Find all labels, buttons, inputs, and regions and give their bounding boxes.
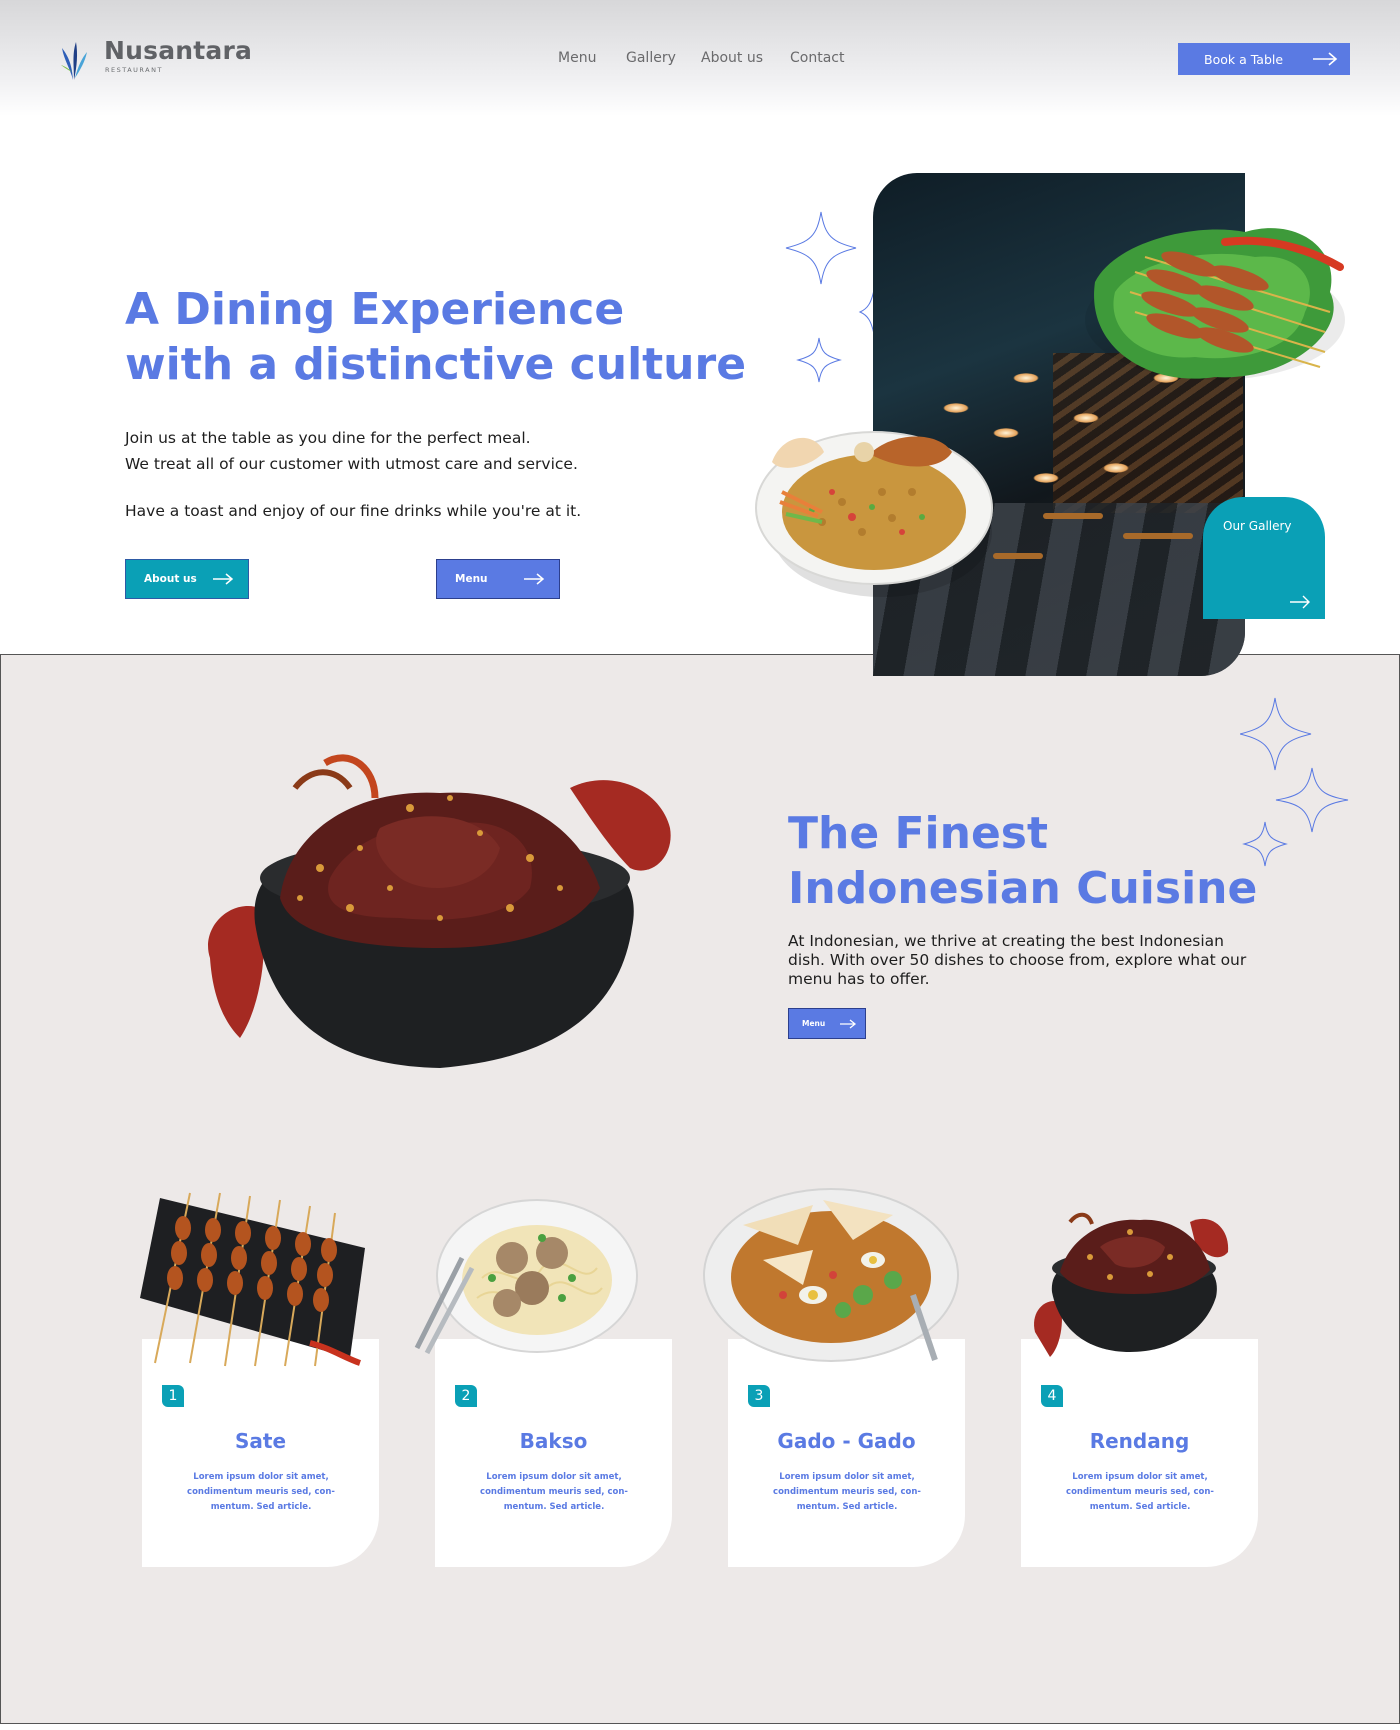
cuisine-menu-label: Menu <box>802 1019 826 1028</box>
gado-gado-dish-image <box>703 1188 959 1362</box>
hero-menu-label: Menu <box>455 573 488 585</box>
dish-card-gado-gado[interactable]: 3 Gado - Gado Lorem ipsum dolor sit amet… <box>728 1339 965 1567</box>
hero-title-line-1: A Dining Experience <box>125 284 625 335</box>
hero-text-line-2: We treat all of our customer with utmost… <box>125 455 578 473</box>
hero-title-line-2: with a distinctive culture <box>125 339 747 390</box>
dish-number-badge: 1 <box>162 1385 184 1407</box>
about-us-label: About us <box>144 573 197 585</box>
dish-card-rendang[interactable]: 4 Rendang Lorem ipsum dolor sit amet, co… <box>1021 1339 1258 1567</box>
site-header: Nusantara RESTAURANT Menu Gallery About … <box>0 0 1400 116</box>
hero-menu-button[interactable]: Menu <box>436 559 560 599</box>
nav-item-contact[interactable]: Contact <box>790 50 844 66</box>
fried-rice-dish-image <box>755 431 993 597</box>
satay-dish-image <box>1085 228 1345 380</box>
leaf-logo-icon <box>61 42 87 80</box>
dish-description: Lorem ipsum dolor sit amet, condimentum … <box>773 1472 921 1512</box>
nav-item-about[interactable]: About us <box>701 50 763 66</box>
sate-dish-image <box>140 1192 365 1367</box>
bakso-dish-image <box>414 1199 638 1355</box>
dish-name: Rendang <box>1089 1429 1190 1453</box>
our-gallery-card[interactable]: Our Gallery <box>1203 497 1325 619</box>
dish-number-badge: 2 <box>455 1385 477 1407</box>
dish-card-bakso[interactable]: 2 Bakso Lorem ipsum dolor sit amet, cond… <box>435 1339 672 1567</box>
cuisine-title-line-2: Indonesian Cuisine <box>788 863 1258 914</box>
arrow-right-icon <box>213 573 234 585</box>
dish-description: Lorem ipsum dolor sit amet, condimentum … <box>187 1472 335 1512</box>
dish-name: Bakso <box>519 1429 588 1453</box>
rendang-bowl-image <box>208 754 671 1068</box>
dish-name: Gado - Gado <box>777 1429 916 1453</box>
cuisine-text: At Indonesian, we thrive at creating the… <box>788 932 1247 988</box>
dish-name: Sate <box>234 1429 287 1453</box>
nav-item-menu[interactable]: Menu <box>558 50 596 66</box>
hero-title: A Dining Experience with a distinctive c… <box>125 282 765 392</box>
brand-subtitle: RESTAURANT <box>105 66 163 74</box>
cuisine-menu-button[interactable]: Menu <box>788 1008 866 1039</box>
our-gallery-label: Our Gallery <box>1223 519 1292 533</box>
arrow-right-icon <box>1290 595 1310 609</box>
dish-description: Lorem ipsum dolor sit amet, condimentum … <box>480 1472 628 1512</box>
arrow-right-icon <box>1313 52 1338 66</box>
dish-number-badge: 3 <box>748 1385 770 1407</box>
dish-card-sate[interactable]: 1 Sate Lorem ipsum dolor sit amet, condi… <box>142 1339 379 1567</box>
brand-logo[interactable]: Nusantara RESTAURANT <box>60 36 260 84</box>
arrow-right-icon <box>524 573 545 585</box>
rendang-small-image <box>1034 1212 1229 1357</box>
about-us-button[interactable]: About us <box>125 559 249 599</box>
book-table-label: Book a Table <box>1204 51 1284 67</box>
dish-number-badge: 4 <box>1041 1385 1063 1407</box>
hero-text-line-1: Join us at the table as you dine for the… <box>125 429 531 447</box>
brand-name: Nusantara <box>104 36 253 65</box>
cuisine-title-line-1: The Finest <box>788 808 1049 859</box>
cuisine-title: The Finest Indonesian Cuisine <box>788 806 1348 916</box>
nav-item-gallery[interactable]: Gallery <box>626 50 676 66</box>
book-table-button[interactable]: Book a Table <box>1178 43 1350 75</box>
hero-text-line-3: Have a toast and enjoy of our fine drink… <box>125 502 582 520</box>
arrow-right-icon <box>840 1018 857 1029</box>
dish-description: Lorem ipsum dolor sit amet, condimentum … <box>1066 1472 1214 1512</box>
